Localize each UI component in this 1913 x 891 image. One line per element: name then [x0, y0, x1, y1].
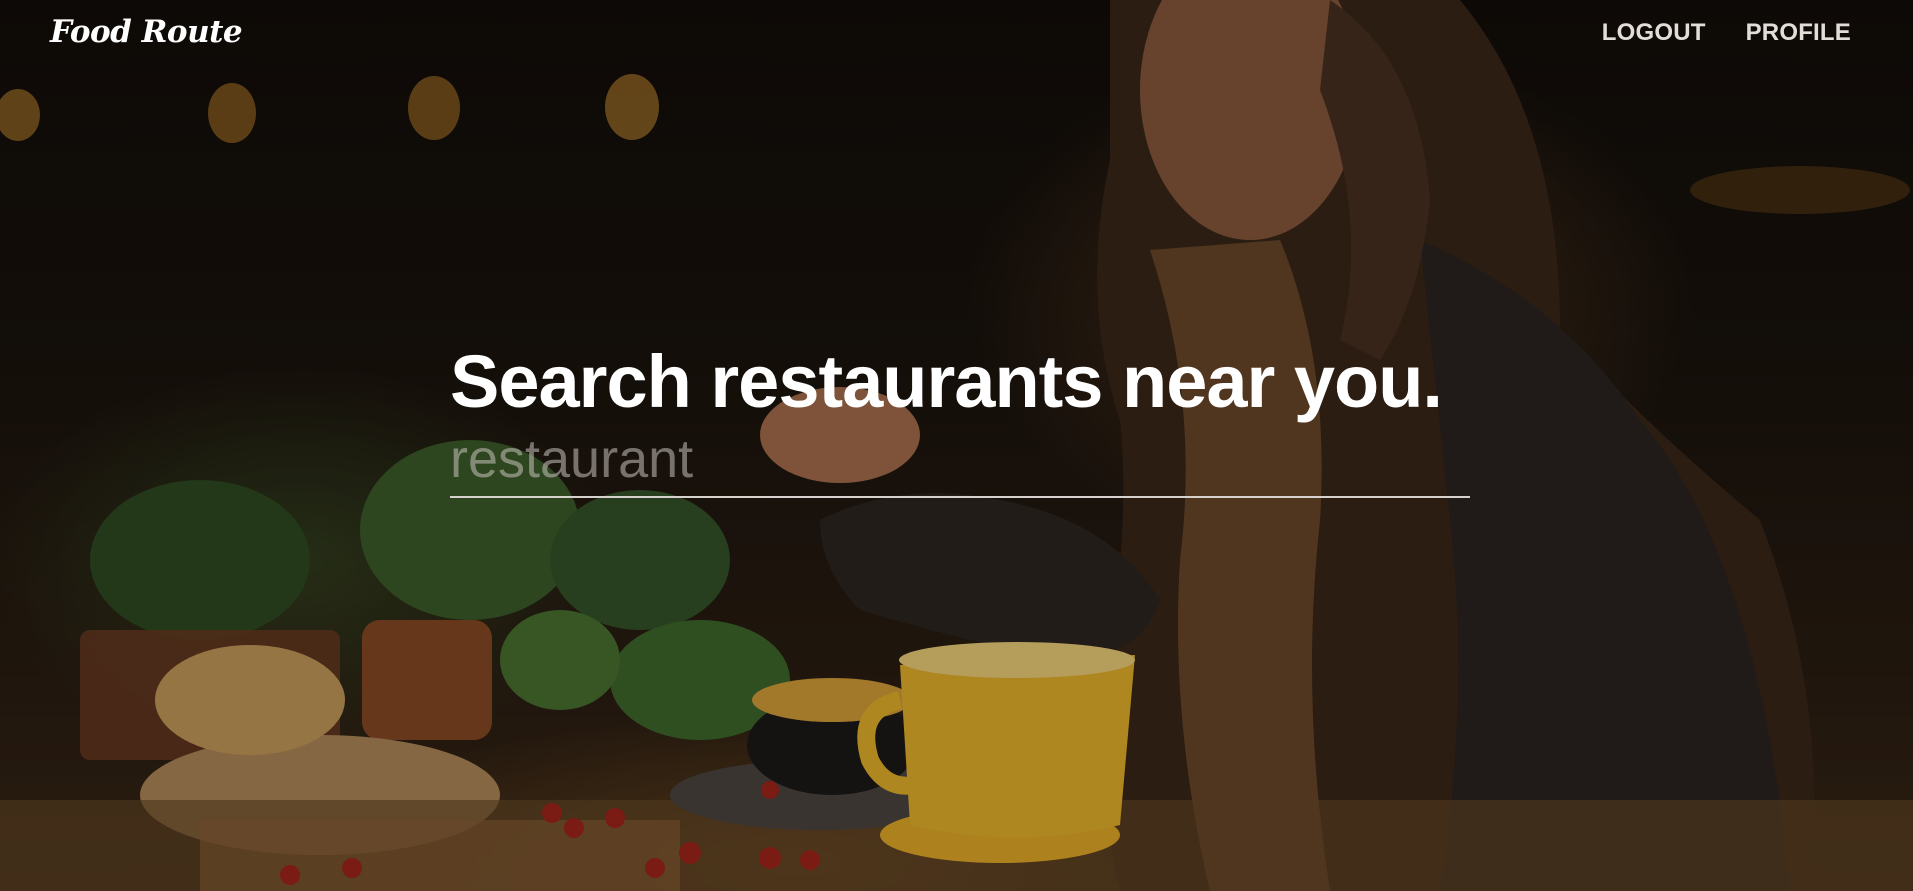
brand-logo[interactable]: Food Route	[50, 14, 243, 50]
bokeh-lights	[0, 74, 1910, 214]
logout-link[interactable]: LOGOUT	[1602, 19, 1706, 47]
profile-link[interactable]: PROFILE	[1746, 19, 1851, 47]
hero-section: Food Route LOGOUT PROFILE Search restaur…	[0, 0, 1913, 891]
page-title: Search restaurants near you.	[450, 340, 1443, 423]
top-navbar: Food Route LOGOUT PROFILE	[0, 0, 1913, 70]
search-block: Search restaurants near you.	[450, 338, 1470, 498]
cup	[900, 655, 1135, 838]
copper-jug	[362, 620, 492, 740]
search-input[interactable]	[450, 426, 1470, 498]
nav-links: LOGOUT PROFILE	[1602, 19, 1851, 47]
